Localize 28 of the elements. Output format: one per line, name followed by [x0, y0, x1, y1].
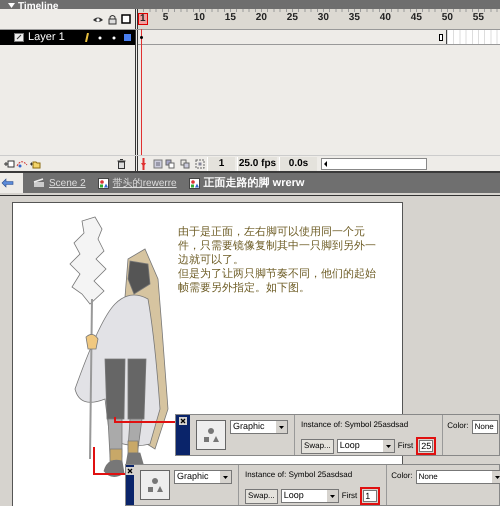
dropdown-value: Graphic	[233, 420, 265, 434]
frame-number: 40	[380, 13, 391, 23]
frame-number: 45	[410, 13, 422, 23]
instruction-text: 由于是正面，左右脚可以使用同一个元件，只需要镜像复制其中一只脚到另外一边就可以了。	[178, 225, 377, 267]
dropdown-value: None	[474, 421, 494, 433]
instance-label: Instance of: Symbol 25asdsad	[245, 469, 354, 481]
dropdown-value: None	[418, 471, 438, 483]
frame-number: 20	[256, 13, 267, 23]
frame-number: 50	[442, 13, 453, 23]
color-label: Color:	[391, 470, 413, 482]
color-label: Color:	[447, 420, 469, 432]
frame-number: 55	[472, 13, 484, 23]
frame-number: 10	[194, 13, 205, 23]
frame-number: 30	[318, 13, 329, 23]
first-frame-label: First	[398, 440, 414, 452]
elapsed-time: 0.0s	[279, 156, 317, 170]
frame-number: 5	[162, 13, 168, 23]
first-frame-label: First	[342, 490, 358, 502]
frame-number: 25	[286, 13, 298, 23]
dropdown-value: Graphic	[177, 470, 209, 484]
dropdown-value: Loop	[284, 489, 304, 502]
current-frame: 1	[207, 156, 235, 170]
layer-name: Layer 1	[28, 30, 66, 46]
instance-label: Instance of: Symbol 25asdsad	[301, 419, 410, 431]
frame-number: 35	[348, 13, 360, 23]
instruction-text: 但是为了让两只脚节奏不同，他们的起始帧需要另外指定。如下图。	[178, 267, 377, 295]
frame-number: 15	[224, 13, 236, 23]
dropdown-value: Loop	[340, 439, 360, 452]
